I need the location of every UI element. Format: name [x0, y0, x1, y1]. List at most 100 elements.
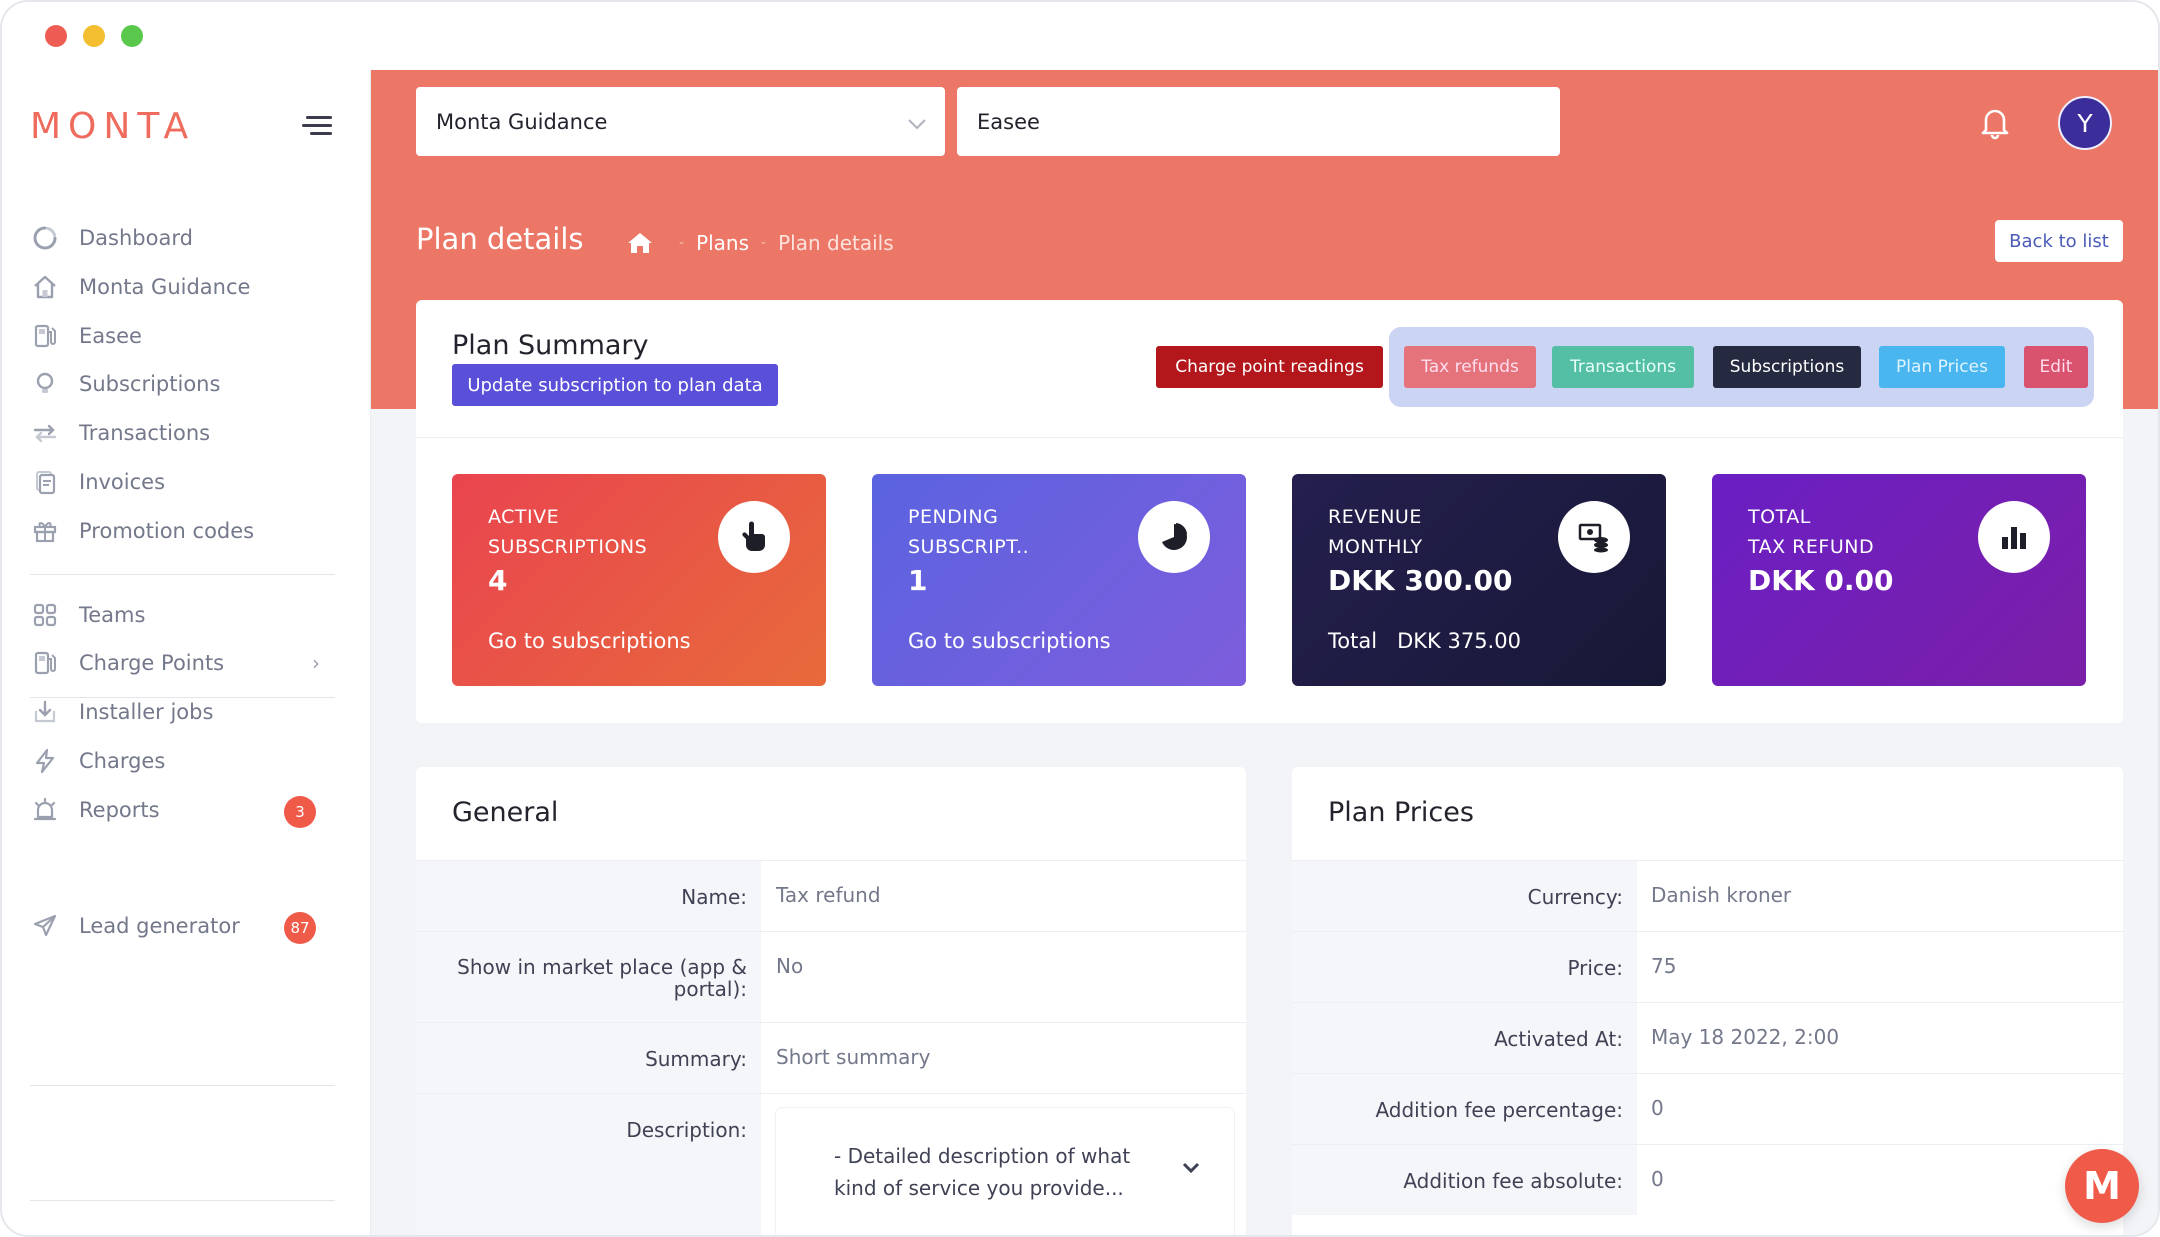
fuel-pump-icon: [30, 321, 60, 351]
stat-label-line1: PENDING: [908, 506, 999, 528]
transactions-button[interactable]: Transactions: [1552, 346, 1694, 388]
summary-divider: [416, 437, 2123, 438]
gift-icon: [30, 516, 60, 546]
sidebar-item-transactions[interactable]: Transactions: [30, 411, 350, 455]
dashboard-icon: [30, 223, 60, 253]
bar-chart-icon: [1978, 501, 2050, 573]
breadcrumb-current: Plan details: [778, 231, 894, 255]
breadcrumb-plans[interactable]: Plans: [696, 231, 749, 255]
download-icon: [30, 697, 60, 727]
field-value: Short summary: [776, 1045, 931, 1069]
field-label: Currency:: [1292, 861, 1637, 931]
stat-label-line1: TOTAL: [1748, 506, 1811, 528]
go-to-subscriptions-link[interactable]: Go to subscriptions: [908, 629, 1111, 653]
general-row-marketplace: Show in market place (app & portal): No: [416, 931, 1246, 1022]
plan-prices-button[interactable]: Plan Prices: [1879, 346, 2005, 388]
operator-select[interactable]: Monta Guidance: [416, 87, 945, 156]
charge-point-readings-button[interactable]: Charge point readings: [1156, 346, 1383, 388]
user-avatar[interactable]: Y: [2058, 96, 2112, 150]
breadcrumb-separator: -: [679, 235, 685, 251]
operator-select-value: Monta Guidance: [436, 109, 608, 134]
stat-value: DKK 0.00: [1748, 564, 1894, 597]
chevron-right-icon: ›: [312, 651, 320, 675]
sidebar-item-promotion-codes[interactable]: Promotion codes: [30, 509, 350, 553]
stat-label-line1: ACTIVE: [488, 506, 560, 528]
go-to-subscriptions-link[interactable]: Go to subscriptions: [488, 629, 691, 653]
field-label: Addition fee absolute:: [1292, 1145, 1637, 1215]
monthly-revenue-card: REVENUE MONTHLY DKK 300.00 Total DKK 375.…: [1292, 474, 1666, 686]
home-icon: [30, 272, 60, 302]
sidebar-item-label: Invoices: [79, 470, 166, 494]
sidebar-item-label: Reports: [79, 798, 160, 822]
menu-toggle-icon[interactable]: [302, 110, 336, 140]
price-row-activated: Activated At: May 18 2022, 2:00: [1292, 1002, 2123, 1073]
hand-pointer-icon: [718, 501, 790, 573]
page-title: Plan details: [416, 222, 584, 256]
stat-label-line2: SUBSCRIPTIONS: [488, 536, 648, 558]
tax-refunds-button[interactable]: Tax refunds: [1404, 346, 1536, 388]
sidebar-item-label: Teams: [79, 603, 146, 627]
description-text: - Detailed description of what kind of s…: [834, 1144, 1131, 1200]
team-select-value: Easee: [977, 109, 1040, 134]
total-value: DKK 375.00: [1397, 629, 1521, 653]
sidebar-item-label: Promotion codes: [79, 519, 255, 543]
sidebar-item-lead-generator[interactable]: Lead generator 87: [30, 904, 350, 948]
minimize-window-button[interactable]: [83, 25, 105, 47]
invoice-icon: [30, 467, 60, 497]
sidebar-divider: [30, 1085, 335, 1086]
field-value: 75: [1651, 954, 1677, 978]
price-row-fee-percentage: Addition fee percentage: 0: [1292, 1073, 2123, 1144]
notification-bell-icon[interactable]: [1978, 104, 2012, 140]
chevron-down-icon: [907, 111, 927, 135]
field-value: Danish kroner: [1651, 883, 1792, 907]
stat-label-line2: SUBSCRIPT..: [908, 536, 1030, 558]
arrows-icon: [30, 418, 60, 448]
field-label: Show in market place (app & portal):: [416, 932, 761, 1022]
subscriptions-button[interactable]: Subscriptions: [1713, 346, 1861, 388]
sidebar-item-label: Dashboard: [79, 226, 193, 250]
field-value: No: [776, 954, 804, 978]
total-tax-refund-card: TOTAL TAX REFUND DKK 0.00: [1712, 474, 2086, 686]
plan-prices-title: Plan Prices: [1328, 797, 1474, 828]
plan-summary-card: Plan Summary Update subscription to plan…: [416, 300, 2123, 723]
home-icon[interactable]: [627, 231, 653, 255]
pending-subscriptions-card[interactable]: PENDING SUBSCRIPT.. 1 Go to subscriptions: [872, 474, 1246, 686]
close-window-button[interactable]: [45, 25, 67, 47]
plan-summary-title: Plan Summary: [452, 330, 649, 361]
sidebar-item-charge-points[interactable]: Charge Points ›: [30, 641, 350, 685]
field-value: Tax refund: [776, 883, 881, 907]
app-window: MONTA Dashboard Monta Guidance Easee Sub…: [0, 0, 2160, 1237]
chat-support-button[interactable]: M: [2065, 1149, 2139, 1223]
lead-count-badge: 87: [284, 912, 316, 944]
description-expander[interactable]: - Detailed description of what kind of s…: [776, 1108, 1234, 1235]
general-title: General: [452, 797, 559, 828]
back-to-list-button[interactable]: Back to list: [1995, 220, 2123, 262]
sidebar: MONTA Dashboard Monta Guidance Easee Sub…: [2, 70, 371, 1235]
chevron-down-icon[interactable]: [1182, 1158, 1200, 1179]
team-select[interactable]: Easee: [957, 87, 1560, 156]
sidebar-item-invoices[interactable]: Invoices: [30, 460, 350, 504]
sidebar-item-easee[interactable]: Easee: [30, 314, 350, 358]
monta-logo[interactable]: MONTA: [30, 106, 195, 147]
price-row-fee-absolute: Addition fee absolute: 0: [1292, 1144, 2123, 1215]
sidebar-item-monta-guidance[interactable]: Monta Guidance: [30, 265, 350, 309]
sidebar-item-subscriptions[interactable]: Subscriptions: [30, 362, 350, 406]
sidebar-item-dashboard[interactable]: Dashboard: [30, 216, 350, 260]
sidebar-item-charges[interactable]: Charges: [30, 739, 350, 783]
general-row-summary: Summary: Short summary: [416, 1022, 1246, 1093]
general-card: General Name: Tax refund Show in market …: [416, 767, 1246, 1235]
edit-button[interactable]: Edit: [2024, 346, 2088, 388]
active-subscriptions-card[interactable]: ACTIVE SUBSCRIPTIONS 4 Go to subscription…: [452, 474, 826, 686]
sidebar-item-installer-jobs[interactable]: Installer jobs: [30, 690, 350, 734]
sidebar-item-teams[interactable]: Teams: [30, 593, 350, 637]
title-bar: [2, 2, 2158, 70]
sidebar-item-label: Charge Points: [79, 651, 225, 675]
maximize-window-button[interactable]: [121, 25, 143, 47]
bolt-icon: [30, 746, 60, 776]
stat-label-line2: TAX REFUND: [1748, 536, 1875, 558]
field-value: 0: [1651, 1096, 1664, 1120]
price-row-currency: Currency: Danish kroner: [1292, 860, 2123, 931]
update-subscription-button[interactable]: Update subscription to plan data: [452, 364, 778, 406]
send-icon: [30, 911, 60, 941]
sidebar-item-reports[interactable]: Reports 3: [30, 788, 350, 832]
